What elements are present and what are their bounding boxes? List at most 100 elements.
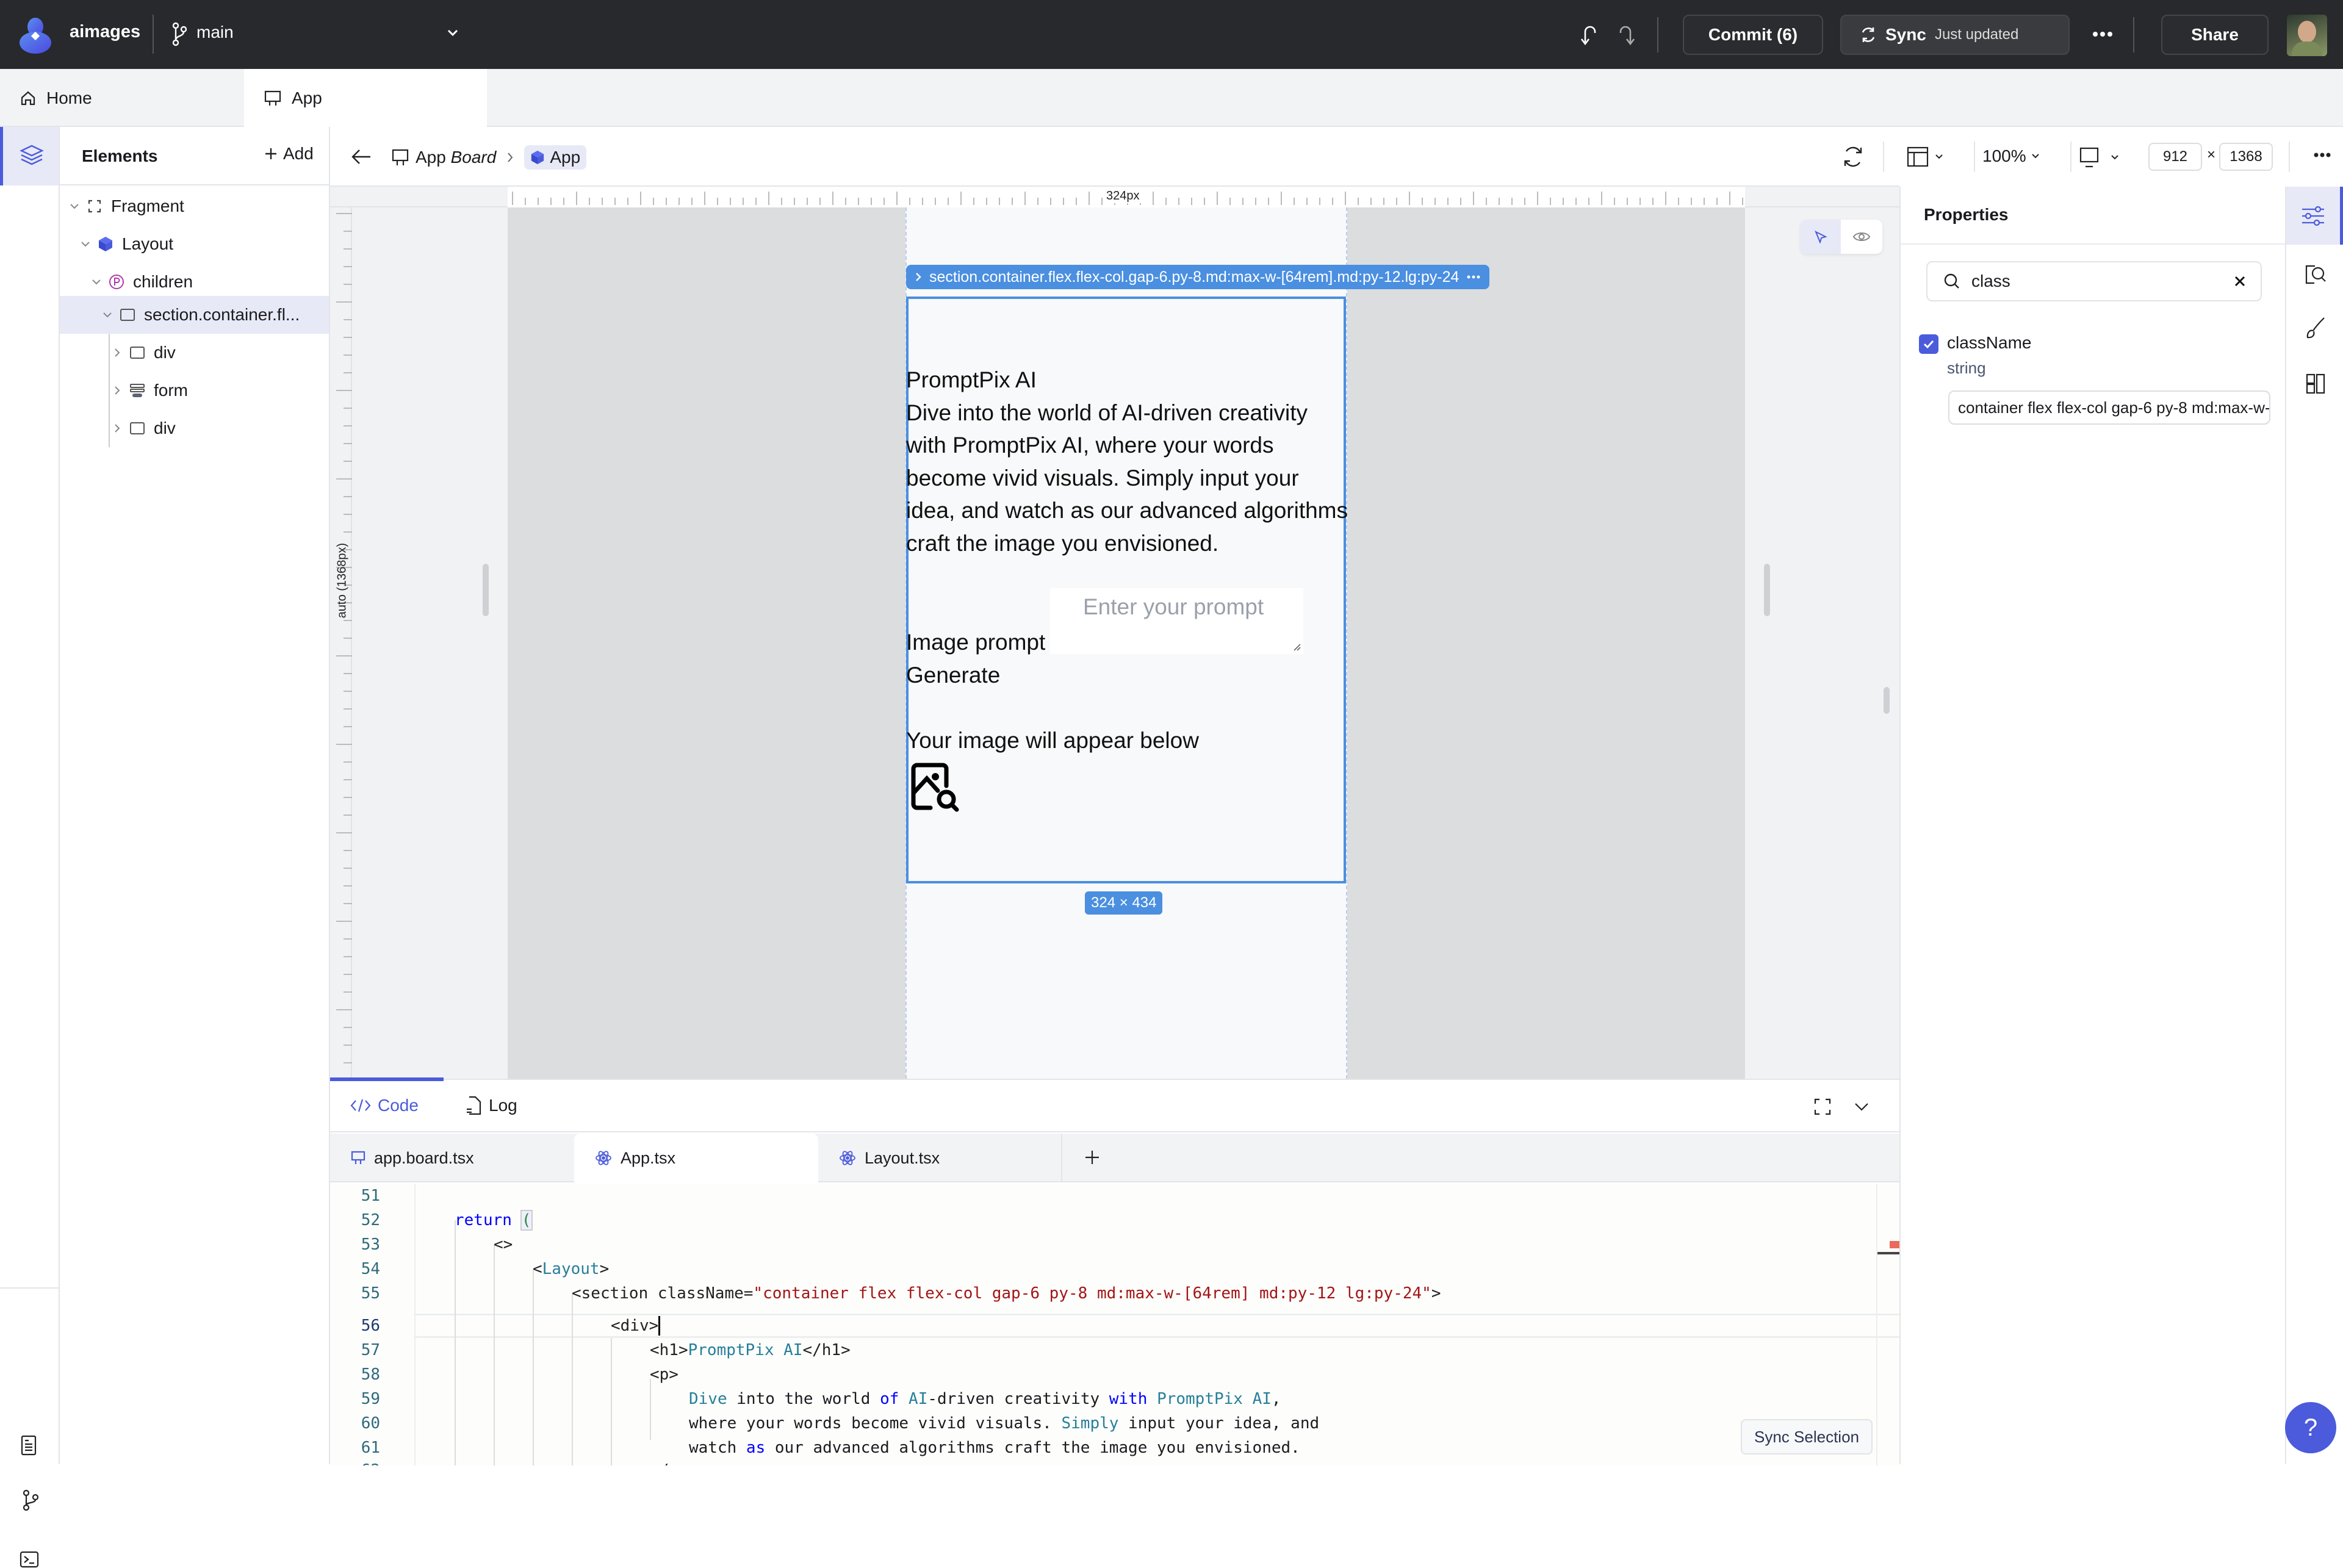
component-icon <box>530 149 545 165</box>
preview-mode-button[interactable] <box>1841 220 1882 254</box>
code-token: > <box>599 1260 610 1278</box>
tab-code[interactable]: Code <box>350 1096 419 1115</box>
breadcrumb-app-board[interactable]: App Board <box>416 148 496 167</box>
code-token: Layout <box>542 1260 600 1278</box>
paintbrush-icon[interactable] <box>2306 316 2327 339</box>
add-file-tab-icon[interactable] <box>1084 1149 1100 1165</box>
canvas-more-icon[interactable] <box>2313 151 2331 159</box>
undo-icon[interactable] <box>1579 22 1603 46</box>
image-search-icon <box>910 761 965 816</box>
maximize-icon[interactable] <box>1814 1098 1831 1115</box>
canvas-scrollbar[interactable] <box>1884 687 1890 714</box>
zoom-dropdown[interactable]: 100% <box>1982 146 2040 166</box>
design-canvas[interactable]: 324px auto (1368px) section.container.fl… <box>330 187 1899 1079</box>
tree-item-form[interactable]: form <box>60 372 329 409</box>
bottom-panel: Code Log app.board.tsx App.tsx Layout.ts… <box>330 1077 1899 1466</box>
git-branch-icon[interactable] <box>22 1490 39 1511</box>
file-tab-app[interactable]: App.tsx <box>574 1134 818 1182</box>
resize-handle-right[interactable] <box>1764 564 1770 616</box>
left-icon-rail <box>0 127 60 1568</box>
refresh-icon[interactable] <box>1842 145 1864 168</box>
branch-name[interactable]: main <box>196 23 234 42</box>
tree-item-fragment[interactable]: Fragment <box>60 187 329 225</box>
property-name: className <box>1947 333 2032 352</box>
scroll-marker <box>1877 1252 1899 1254</box>
property-type: string <box>1947 359 1986 377</box>
project-name[interactable]: aimages <box>70 22 140 42</box>
preview-paragraph: Dive into the world of AI-driven creativ… <box>906 400 1348 556</box>
document-icon[interactable] <box>21 1435 37 1456</box>
chevron-down-icon[interactable] <box>90 276 106 288</box>
code-token: return <box>455 1211 512 1229</box>
help-button[interactable]: ? <box>2285 1402 2336 1453</box>
code-token: > <box>1431 1284 1441 1303</box>
rail-properties-button[interactable] <box>2286 187 2343 245</box>
chevron-down-icon[interactable] <box>79 238 95 250</box>
chevron-right-icon[interactable] <box>111 422 127 434</box>
chevron-right-icon[interactable] <box>111 347 127 359</box>
more-options-icon[interactable] <box>2092 27 2114 41</box>
text-cursor <box>658 1316 661 1336</box>
chevron-right-icon[interactable] <box>111 384 127 397</box>
collapse-panel-chevron-icon[interactable] <box>1854 1102 1869 1112</box>
file-tab-app-board[interactable]: app.board.tsx <box>330 1134 574 1182</box>
breadcrumb-app[interactable]: App <box>524 145 587 170</box>
redo-icon[interactable] <box>1612 22 1636 46</box>
tab-home[interactable]: Home <box>0 69 244 127</box>
react-icon <box>595 1149 612 1167</box>
tree-item-section[interactable]: section.container.fl... <box>60 296 329 334</box>
file-tab-layout[interactable]: Layout.tsx <box>818 1134 1062 1182</box>
select-mode-button[interactable] <box>1801 220 1841 254</box>
classname-value-input[interactable]: container flex flex-col gap-6 py-8 md:ma… <box>1948 390 2270 425</box>
property-search-input[interactable]: class <box>1926 261 2262 301</box>
viewport-width-input[interactable]: 912 <box>2148 143 2202 171</box>
cursor-icon <box>1814 230 1827 243</box>
app-logo-icon[interactable] <box>17 16 54 54</box>
chevron-down-icon[interactable] <box>68 200 84 212</box>
code-token: -driven creativity <box>927 1390 1109 1408</box>
tree-item-layout[interactable]: Layout <box>60 225 329 263</box>
textarea-resize-grip-icon[interactable] <box>1293 643 1301 652</box>
tab-log[interactable]: Log <box>466 1096 517 1115</box>
generate-button[interactable]: Generate <box>906 663 1000 688</box>
commit-button[interactable]: Commit (6) <box>1683 15 1823 55</box>
device-dropdown[interactable] <box>2079 146 2119 168</box>
sync-button[interactable]: Sync Just updated <box>1840 15 2070 55</box>
line-number: 53 <box>361 1235 380 1254</box>
layout-dropdown[interactable] <box>1907 146 1943 167</box>
code-token: with <box>1109 1390 1148 1408</box>
back-arrow-icon[interactable] <box>351 148 372 166</box>
tree-item-div[interactable]: div <box>60 409 329 447</box>
branch-dropdown-chevron-icon[interactable] <box>445 26 460 40</box>
code-token: Dive <box>689 1390 727 1408</box>
prop-icon <box>109 274 133 290</box>
code-line: 55 <section className= "container flex fle… <box>330 1281 1441 1306</box>
chevron-down-icon[interactable] <box>101 309 117 321</box>
rail-elements-button[interactable] <box>0 127 59 185</box>
selection-more-icon[interactable] <box>1466 275 1481 279</box>
prompt-textarea[interactable]: Enter your prompt <box>1050 588 1303 654</box>
share-button[interactable]: Share <box>2161 15 2269 55</box>
resize-handle-left[interactable] <box>483 564 489 616</box>
add-element-button[interactable]: Add <box>264 144 314 164</box>
user-avatar[interactable] <box>2287 15 2327 56</box>
sync-selection-button[interactable]: Sync Selection <box>1741 1419 1873 1455</box>
terminal-icon[interactable] <box>20 1551 39 1568</box>
sync-status: Just updated <box>1934 26 2019 43</box>
selection-label[interactable]: section.container.flex.flex-col.gap-6.py… <box>906 265 1490 289</box>
classname-checkbox[interactable] <box>1919 334 1938 354</box>
code-editor[interactable]: 51 52 return( 53 <> 54 < Layout > 55 <section … <box>330 1184 1899 1466</box>
breadcrumb-label: App <box>416 148 446 167</box>
clear-search-icon[interactable] <box>2234 275 2246 287</box>
inspect-icon[interactable] <box>2305 264 2327 286</box>
tree-item-div[interactable]: div <box>60 334 329 372</box>
mode-toggle <box>1801 220 1882 254</box>
layout-panels-icon[interactable] <box>2306 373 2325 394</box>
prompt-label: Image prompt <box>906 630 1046 655</box>
viewport-height-input[interactable]: 1368 <box>2219 143 2273 171</box>
bottom-tab-bar: Code Log <box>330 1080 1899 1132</box>
tab-label: Home <box>46 88 92 107</box>
code-token: ( <box>520 1210 533 1231</box>
tree-item-children[interactable]: children <box>60 263 329 301</box>
tab-app[interactable]: App <box>244 69 487 127</box>
